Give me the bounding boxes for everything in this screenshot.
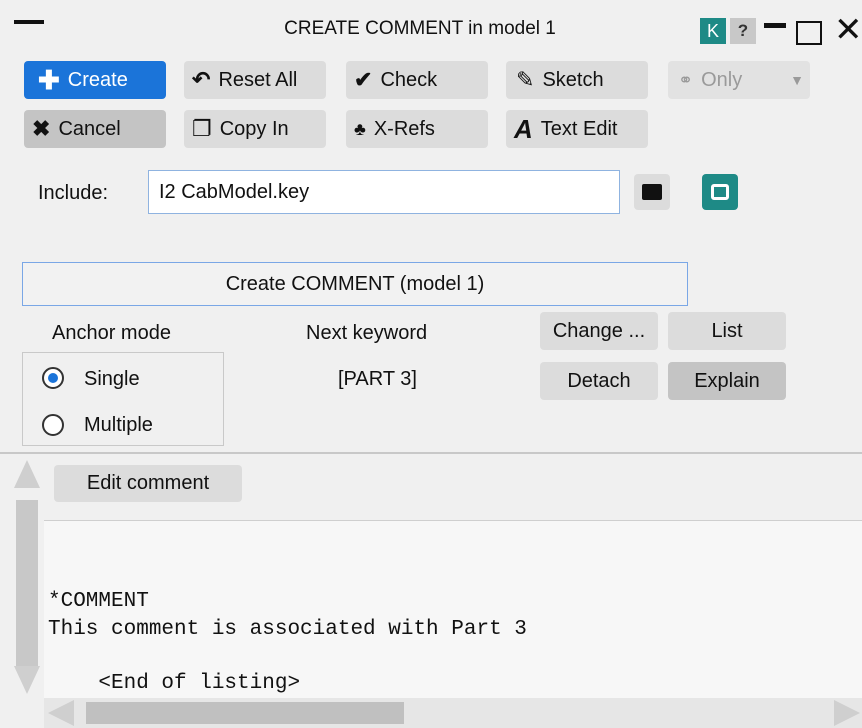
next-keyword-value: [PART 3] <box>338 368 417 390</box>
edit-comment-button[interactable]: Edit comment <box>54 465 242 502</box>
scroll-right-icon[interactable] <box>834 700 860 726</box>
copy-in-button[interactable]: ❐ Copy In <box>184 110 326 148</box>
checkmark-icon: ✔ <box>354 67 373 92</box>
reset-all-label: Reset All <box>218 68 298 91</box>
only-label: Only <box>701 68 743 91</box>
section-divider <box>0 452 862 454</box>
create-button[interactable]: ✚ Create <box>24 61 166 99</box>
create-comment-banner: Create COMMENT (model 1) <box>22 262 688 306</box>
window-menu-icon[interactable] <box>14 20 44 24</box>
explain-button[interactable]: Explain <box>668 362 786 400</box>
pencil-icon: ✎ <box>516 67 535 92</box>
scroll-left-icon[interactable] <box>48 700 74 726</box>
maximize-icon[interactable] <box>796 21 822 45</box>
undo-icon: ↶ <box>192 67 211 92</box>
next-keyword-title: Next keyword <box>306 322 428 344</box>
check-label: Check <box>380 68 438 91</box>
x-refs-button[interactable]: ♣ X-Refs <box>346 110 488 148</box>
keyword-k-button[interactable]: K <box>700 18 726 44</box>
scroll-down-icon[interactable] <box>14 666 40 694</box>
horizontal-scroll-thumb[interactable] <box>86 702 404 724</box>
hierarchy-icon: ♣ <box>354 119 366 139</box>
check-button[interactable]: ✔ Check <box>346 61 488 99</box>
copy-icon: ❐ <box>192 116 212 141</box>
x-icon: ✖ <box>32 116 51 141</box>
listing-line-3: <End of listing> <box>48 672 301 695</box>
copy-in-label: Copy In <box>219 117 289 140</box>
folder-icon <box>642 184 662 200</box>
folder-button[interactable] <box>634 174 670 210</box>
detach-button[interactable]: Detach <box>540 362 658 400</box>
clipboard-icon <box>711 184 729 200</box>
sketch-label: Sketch <box>542 68 604 91</box>
help-button[interactable]: ? <box>730 18 756 44</box>
x-refs-label: X-Refs <box>373 117 435 140</box>
text-edit-label: Text Edit <box>540 117 618 140</box>
include-label: Include: <box>38 182 109 204</box>
only-button[interactable]: ⚭ Only ▼ <box>668 61 810 99</box>
letter-a-icon: A <box>514 114 533 144</box>
listing-line-1: *COMMENT <box>48 590 149 613</box>
sketch-button[interactable]: ✎ Sketch <box>506 61 648 99</box>
vertical-scroll-thumb[interactable] <box>16 500 38 670</box>
plus-icon: ✚ <box>38 65 60 95</box>
cancel-button[interactable]: ✖ Cancel <box>24 110 166 148</box>
binoculars-icon: ⚭ <box>678 70 694 90</box>
radio-multiple-label: Multiple <box>84 414 153 436</box>
cancel-label: Cancel <box>58 117 121 140</box>
radio-multiple[interactable] <box>42 414 64 436</box>
anchor-mode-title: Anchor mode <box>52 322 171 344</box>
clipboard-button[interactable] <box>702 174 738 210</box>
text-edit-button[interactable]: A Text Edit <box>506 110 648 148</box>
radio-single[interactable] <box>42 367 64 389</box>
include-field[interactable]: I2 CabModel.key <box>148 170 620 214</box>
close-icon[interactable]: ✕ <box>834 10 862 50</box>
listing-line-2: This comment is associated with Part 3 <box>48 618 527 641</box>
radio-single-label: Single <box>84 368 140 390</box>
scroll-up-icon[interactable] <box>14 460 40 488</box>
reset-all-button[interactable]: ↶ Reset All <box>184 61 326 99</box>
create-label: Create <box>67 68 128 91</box>
dropdown-arrow-icon: ▼ <box>790 72 804 88</box>
list-button[interactable]: List <box>668 312 786 350</box>
change-button[interactable]: Change ... <box>540 312 658 350</box>
minimize-icon[interactable] <box>764 23 786 28</box>
window-title: CREATE COMMENT in model 1 <box>284 18 556 39</box>
